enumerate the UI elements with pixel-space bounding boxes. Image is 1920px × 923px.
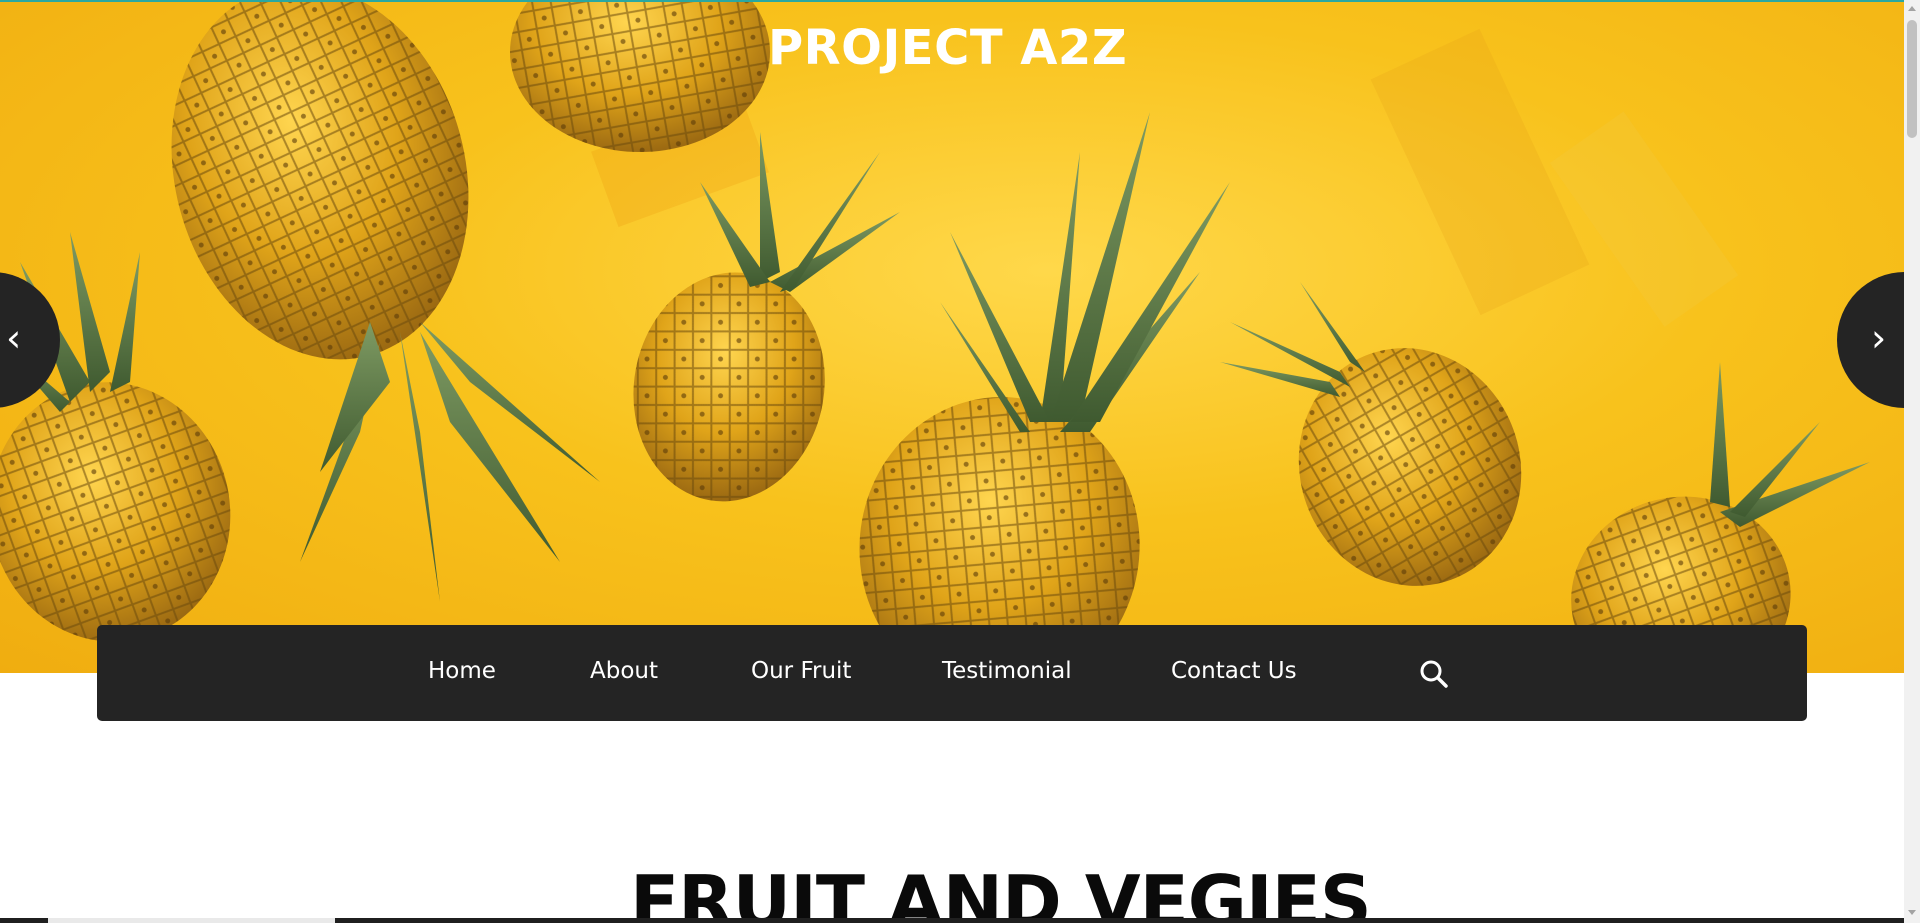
nav-item-about[interactable]: About xyxy=(590,658,658,684)
nav-item-home[interactable]: Home xyxy=(428,658,496,684)
pineapples-image xyxy=(0,2,1870,673)
bottom-strip-highlight xyxy=(48,918,335,923)
scroll-up-arrow-icon[interactable] xyxy=(1908,6,1916,11)
main-navigation: Home About Our Fruit Testimonial Contact… xyxy=(97,625,1807,721)
hero-banner: PROJECT A2Z ‹ › xyxy=(0,2,1904,673)
chevron-right-icon: › xyxy=(1871,316,1887,360)
nav-item-contact-us[interactable]: Contact Us xyxy=(1171,658,1297,684)
page: PROJECT A2Z ‹ › Home About Our Fruit Tes… xyxy=(0,0,1920,923)
nav-item-our-fruit[interactable]: Our Fruit xyxy=(751,658,851,684)
search-icon[interactable] xyxy=(1418,658,1450,690)
scroll-down-arrow-icon[interactable] xyxy=(1908,910,1916,915)
vertical-scrollbar[interactable] xyxy=(1904,0,1920,923)
section-title: FRUIT AND VEGIES xyxy=(630,860,1372,923)
site-brand[interactable]: PROJECT A2Z xyxy=(768,20,1127,76)
scrollbar-thumb[interactable] xyxy=(1907,20,1917,138)
nav-item-testimonial[interactable]: Testimonial xyxy=(942,658,1072,684)
chevron-left-icon: ‹ xyxy=(6,316,22,360)
